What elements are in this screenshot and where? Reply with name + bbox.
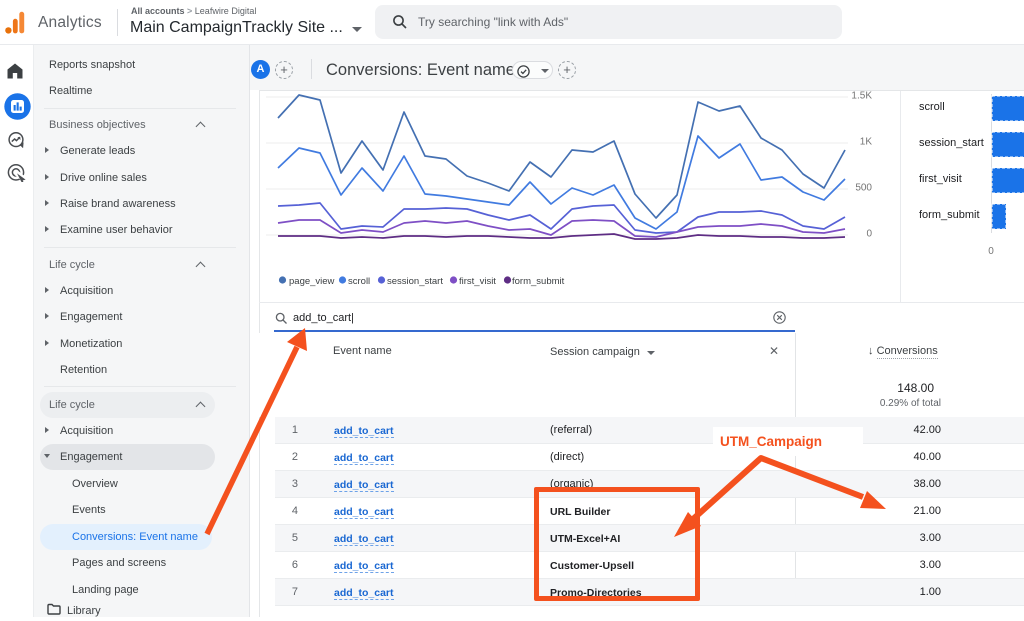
svg-text:form_submit: form_submit bbox=[919, 209, 980, 221]
svg-text:1.5K: 1.5K bbox=[851, 91, 872, 102]
svg-text:first_visit: first_visit bbox=[919, 173, 962, 185]
svg-text:scroll: scroll bbox=[348, 276, 370, 287]
svg-text:scroll: scroll bbox=[919, 101, 945, 113]
svg-text:0: 0 bbox=[988, 246, 994, 257]
svg-text:session_start: session_start bbox=[387, 276, 443, 287]
svg-text:first_visit: first_visit bbox=[459, 276, 496, 287]
svg-text:500: 500 bbox=[855, 183, 872, 194]
svg-text:page_view: page_view bbox=[289, 276, 335, 287]
svg-text:1K: 1K bbox=[860, 137, 873, 148]
svg-text:0: 0 bbox=[866, 229, 872, 240]
svg-text:session_start: session_start bbox=[919, 137, 984, 149]
svg-text:form_submit: form_submit bbox=[512, 276, 565, 287]
